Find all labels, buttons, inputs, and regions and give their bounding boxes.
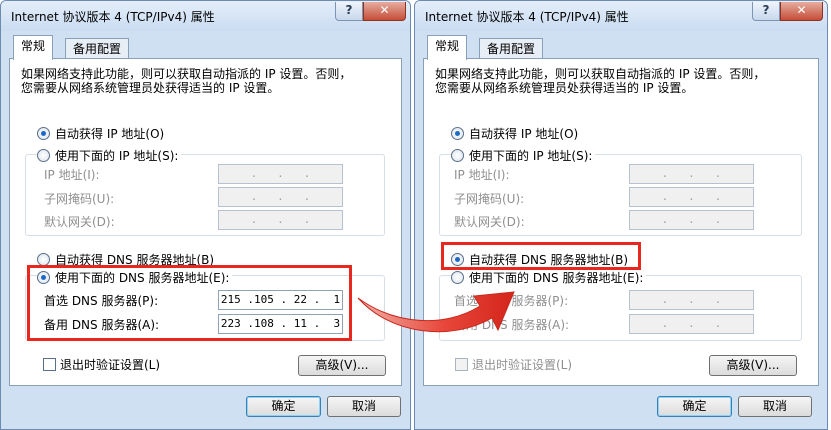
ok-button[interactable]: 确定: [246, 396, 321, 417]
tab-general[interactable]: 常规: [427, 35, 468, 60]
radio-icon: [37, 271, 50, 284]
ip-address-label: IP 地址(I):: [454, 168, 510, 182]
close-button[interactable]: ✕: [780, 2, 823, 21]
subnet-mask-label: 子网掩码(U):: [454, 192, 525, 206]
window-title: Internet 协议版本 4 (TCP/IPv4) 属性: [425, 10, 629, 24]
subnet-mask-field[interactable]: . . .: [218, 187, 343, 207]
subnet-mask-label: 子网掩码(U):: [44, 192, 115, 206]
preferred-dns-field[interactable]: 215 .105 . 22 . 1: [218, 290, 343, 310]
tab-alternate-config[interactable]: 备用配置: [479, 38, 544, 59]
tcpip-properties-dialog-auto: Internet 协议版本 4 (TCP/IPv4) 属性 ? ✕ 常规 备用配…: [414, 0, 828, 430]
ok-button[interactable]: 确定: [657, 396, 732, 417]
manual-ip-radio[interactable]: 使用下面的 IP 地址(S):: [451, 147, 596, 164]
window-title: Internet 协议版本 4 (TCP/IPv4) 属性: [11, 10, 215, 24]
checkbox-icon: [43, 358, 56, 371]
radio-icon: [37, 127, 50, 140]
subnet-mask-field[interactable]: . . .: [629, 187, 754, 207]
curved-arrow-icon: [357, 291, 515, 333]
description-text: 如果网络支持此功能，则可以获取自动指派的 IP 设置。否则， 您需要从网络系统管…: [435, 67, 766, 95]
description-text: 如果网络支持此功能，则可以获取自动指派的 IP 设置。否则， 您需要从网络系统管…: [21, 67, 352, 95]
ip-address-field[interactable]: . . .: [629, 164, 754, 184]
auto-dns-radio[interactable]: 自动获得 DNS 服务器地址(B): [451, 251, 628, 268]
alternate-dns-label: 备用 DNS 服务器(A):: [44, 318, 160, 332]
manual-dns-radio[interactable]: 使用下面的 DNS 服务器地址(E):: [37, 269, 233, 286]
title-bar: Internet 协议版本 4 (TCP/IPv4) 属性 ? ✕: [415, 1, 827, 31]
radio-icon: [37, 253, 50, 266]
gateway-label: 默认网关(D):: [454, 215, 525, 229]
preferred-dns-label: 首选 DNS 服务器(P):: [44, 294, 159, 308]
tcpip-properties-dialog-manual: Internet 协议版本 4 (TCP/IPv4) 属性 ? ✕ 常规 备用配…: [0, 0, 411, 430]
tab-general[interactable]: 常规: [13, 35, 54, 60]
tab-alternate-config[interactable]: 备用配置: [65, 38, 130, 59]
alternate-dns-field[interactable]: . . .: [629, 314, 754, 334]
cancel-button[interactable]: 取消: [738, 396, 812, 417]
validate-on-exit-checkbox[interactable]: 退出时验证设置(L): [455, 356, 572, 373]
alternate-dns-field[interactable]: 223 .108 . 11 . 3: [218, 314, 343, 334]
checkbox-icon: [455, 358, 468, 371]
close-button[interactable]: ✕: [363, 2, 406, 21]
advanced-button[interactable]: 高级(V)...: [298, 355, 386, 376]
preferred-dns-field[interactable]: . . .: [629, 290, 754, 310]
radio-icon: [451, 149, 464, 162]
radio-icon: [451, 127, 464, 140]
help-button[interactable]: ?: [335, 2, 363, 21]
advanced-button[interactable]: 高级(V)...: [709, 355, 797, 376]
auto-ip-radio[interactable]: 自动获得 IP 地址(O): [37, 125, 164, 142]
ip-address-label: IP 地址(I):: [44, 168, 100, 182]
manual-ip-radio[interactable]: 使用下面的 IP 地址(S):: [37, 147, 182, 164]
auto-ip-radio[interactable]: 自动获得 IP 地址(O): [451, 125, 578, 142]
help-button[interactable]: ?: [752, 2, 780, 21]
auto-dns-radio[interactable]: 自动获得 DNS 服务器地址(B): [37, 251, 214, 268]
title-bar: Internet 协议版本 4 (TCP/IPv4) 属性 ? ✕: [1, 1, 410, 31]
gateway-label: 默认网关(D):: [44, 215, 115, 229]
radio-icon: [451, 253, 464, 266]
validate-on-exit-checkbox[interactable]: 退出时验证设置(L): [43, 356, 160, 373]
gateway-field[interactable]: . . .: [629, 210, 754, 230]
gateway-field[interactable]: . . .: [218, 210, 343, 230]
radio-icon: [37, 149, 50, 162]
ip-address-field[interactable]: . . .: [218, 164, 343, 184]
cancel-button[interactable]: 取消: [327, 396, 401, 417]
